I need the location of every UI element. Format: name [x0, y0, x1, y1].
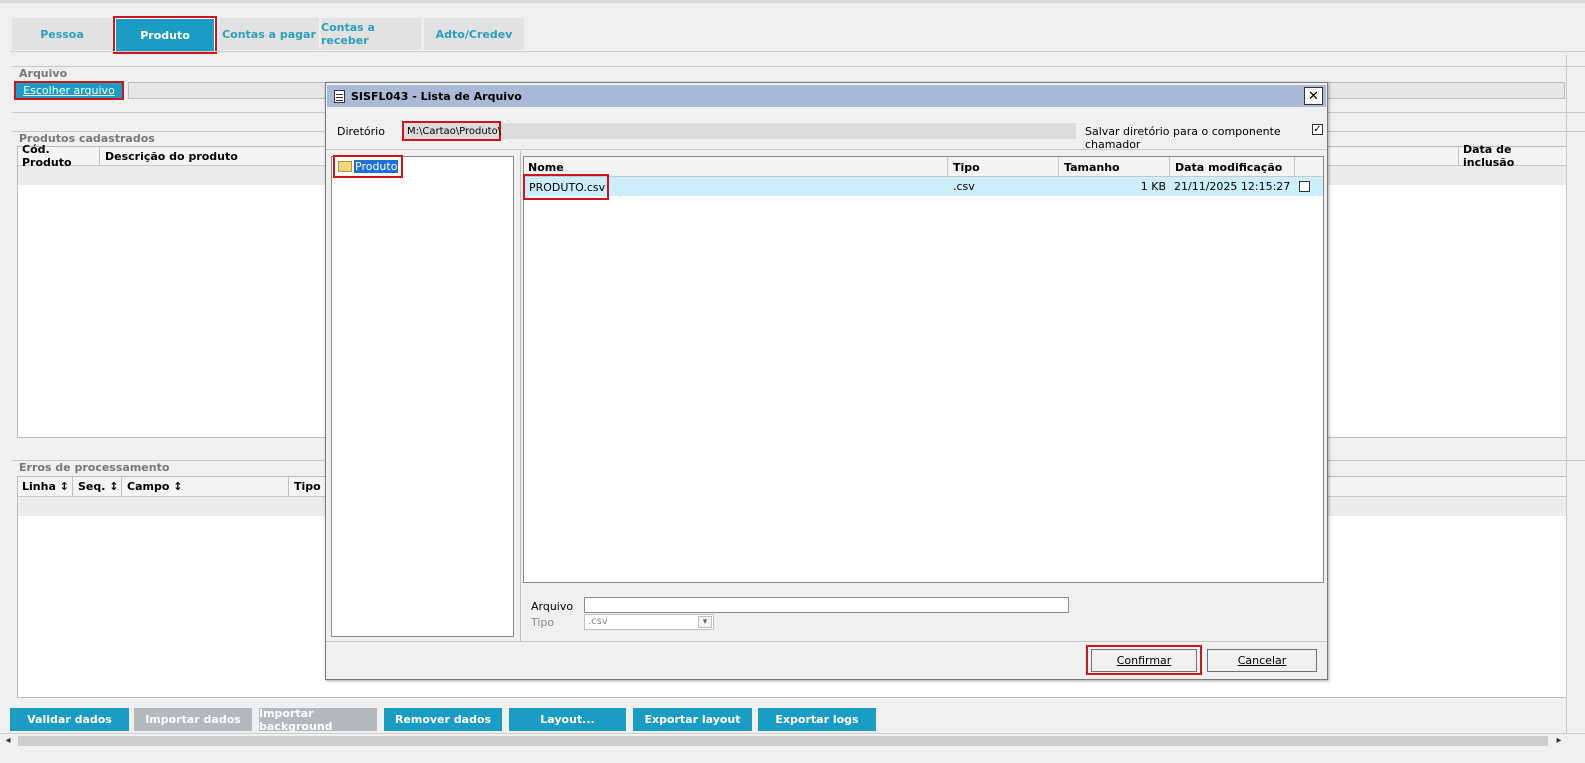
tipo-value: .csv — [588, 616, 608, 627]
bottom-strip — [0, 748, 1585, 763]
file-name: PRODUTO.csv — [529, 180, 606, 194]
file-select-checkbox[interactable] — [1299, 181, 1310, 192]
top-border — [0, 0, 1585, 3]
col-cod-produto[interactable]: Cód. Produto — [18, 143, 100, 169]
exportar-layout-button[interactable]: Exportar layout — [633, 708, 752, 731]
confirm-button[interactable]: Confirmar — [1091, 649, 1197, 672]
document-icon — [334, 89, 345, 103]
tipo-label: Tipo — [531, 616, 555, 629]
save-dir-checkbox[interactable]: ✓ — [1312, 124, 1323, 135]
importar-dados-button[interactable]: Importar dados — [134, 708, 252, 731]
file-name-highlight[interactable]: PRODUTO.csv — [523, 174, 609, 200]
directory-label: Diretório — [337, 125, 385, 138]
sort-icon: ↕ — [109, 480, 119, 493]
cancel-button[interactable]: Cancelar — [1207, 649, 1317, 672]
layout-button[interactable]: Layout... — [509, 708, 626, 731]
tab-contas-a-receber[interactable]: Contas a receber — [321, 18, 421, 50]
file-grid-header: Nome Tipo Tamanho Data modificação — [524, 157, 1323, 177]
tree-item-label: Produto — [354, 160, 399, 173]
choose-file-button[interactable]: Escolher arquivo — [14, 81, 124, 100]
erros-title: Erros de processamento — [19, 461, 170, 474]
horizontal-scrollbar[interactable]: ◂ ▸ — [0, 733, 1585, 748]
tab-adto-credev[interactable]: Adto/Credev — [424, 18, 524, 50]
right-edge — [1566, 55, 1567, 735]
dialog-title: SISFL043 - Lista de Arquivo — [351, 89, 522, 103]
tab-produto[interactable]: Produto — [113, 16, 217, 54]
file-modified: 21/11/2025 12:15:27 — [1174, 180, 1291, 193]
file-type: .csv — [953, 180, 975, 193]
scroll-right-icon[interactable]: ▸ — [1553, 735, 1565, 747]
sort-icon: ↕ — [173, 480, 183, 493]
footer-divider — [326, 641, 1327, 642]
scroll-left-icon[interactable]: ◂ — [2, 735, 14, 747]
dialog-divider — [326, 149, 1327, 150]
col-data-inclusao[interactable]: Data de inclusão — [1458, 143, 1566, 169]
arquivo-title: Arquivo — [19, 67, 68, 80]
col-tamanho[interactable]: Tamanho — [1060, 157, 1170, 177]
folder-icon — [338, 161, 352, 172]
directory-field[interactable] — [402, 123, 1076, 139]
arquivo-divider — [12, 66, 1585, 67]
tab-pessoa[interactable]: Pessoa — [12, 18, 112, 50]
folder-tree[interactable] — [331, 156, 514, 637]
col-linha[interactable]: Linha ↕ — [18, 477, 73, 496]
remover-dados-button[interactable]: Remover dados — [384, 708, 502, 731]
col-seq[interactable]: Seq. ↕ — [74, 477, 122, 496]
validar-dados-button[interactable]: Validar dados — [10, 708, 129, 731]
importar-background-button[interactable]: Importar background — [259, 707, 377, 733]
file-size: 1 KB — [1140, 180, 1166, 193]
file-list-dialog: SISFL043 - Lista de Arquivo ✕ Diretório … — [325, 82, 1328, 680]
file-row[interactable]: .csv 1 KB 21/11/2025 12:15:27 — [524, 177, 1323, 196]
tab-underline — [10, 51, 1585, 52]
col-campo-label: Campo — [127, 480, 170, 493]
exportar-logs-button[interactable]: Exportar logs — [758, 708, 876, 731]
scrollbar-thumb[interactable] — [18, 736, 1548, 746]
tab-contas-a-pagar[interactable]: Contas a pagar — [219, 18, 319, 50]
tipo-select[interactable]: .csv ▾ — [584, 614, 714, 630]
arquivo-label: Arquivo — [531, 600, 574, 613]
tree-item-produto[interactable]: Produto — [333, 155, 403, 178]
sort-icon: ↕ — [59, 480, 69, 493]
col-seq-label: Seq. — [78, 480, 106, 493]
save-dir-label: Salvar diretório para o componente chama… — [1085, 125, 1281, 151]
col-tipo[interactable]: Tipo — [949, 157, 1059, 177]
chevron-down-icon[interactable]: ▾ — [698, 616, 712, 628]
col-linha-label: Linha — [22, 480, 56, 493]
col-campo[interactable]: Campo ↕ — [123, 477, 289, 496]
close-icon[interactable]: ✕ — [1304, 87, 1323, 105]
dialog-title-bar[interactable]: SISFL043 - Lista de Arquivo — [327, 85, 1326, 107]
col-data-modificacao[interactable]: Data modificação — [1171, 157, 1295, 177]
col-descricao-produto[interactable]: Descrição do produto — [101, 147, 331, 165]
file-grid[interactable]: Nome Tipo Tamanho Data modificação .csv … — [523, 156, 1324, 583]
splitter[interactable] — [520, 151, 521, 641]
directory-value[interactable]: M:\Cartao\Produto\ — [402, 121, 501, 141]
arquivo-input[interactable] — [584, 597, 1069, 613]
